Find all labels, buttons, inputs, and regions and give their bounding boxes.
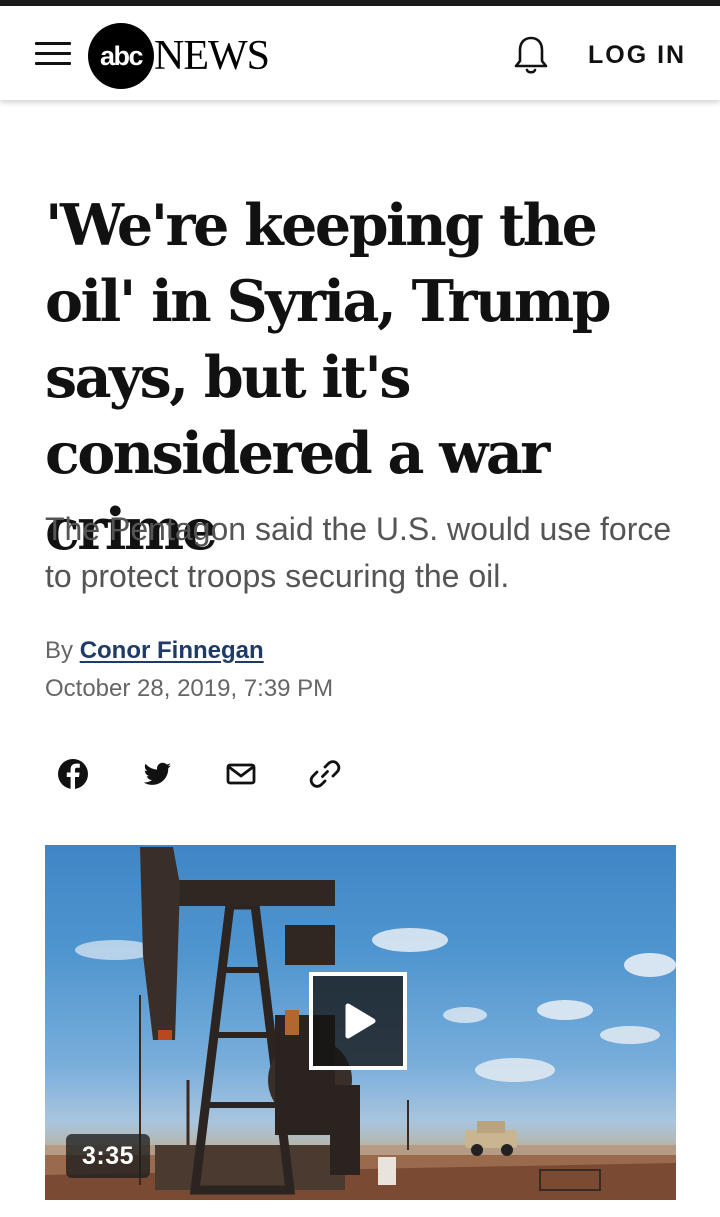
login-button[interactable]: LOG IN [588, 41, 686, 70]
logo-news-text: NEWS [154, 33, 270, 79]
email-icon[interactable] [224, 757, 258, 791]
byline: By Conor Finnegan [45, 637, 264, 665]
byline-prefix: By [45, 637, 80, 664]
link-icon[interactable] [308, 757, 342, 791]
bell-icon[interactable] [512, 34, 550, 76]
facebook-icon[interactable] [56, 757, 90, 791]
play-icon [345, 1003, 376, 1039]
author-link[interactable]: Conor Finnegan [80, 637, 264, 664]
video-player[interactable]: 3:35 [45, 845, 676, 1200]
article-subhead: The Pentagon said the U.S. would use for… [45, 511, 672, 594]
abc-news-logo[interactable]: abc NEWS [88, 23, 270, 89]
video-duration: 3:35 [66, 1134, 150, 1178]
play-button[interactable] [309, 972, 407, 1070]
abc-logo-circle: abc [88, 23, 154, 89]
site-header: abc NEWS LOG IN [0, 6, 720, 100]
publish-date: October 28, 2019, 7:39 PM [45, 675, 334, 702]
menu-icon[interactable] [35, 41, 71, 67]
twitter-icon[interactable] [140, 757, 174, 791]
